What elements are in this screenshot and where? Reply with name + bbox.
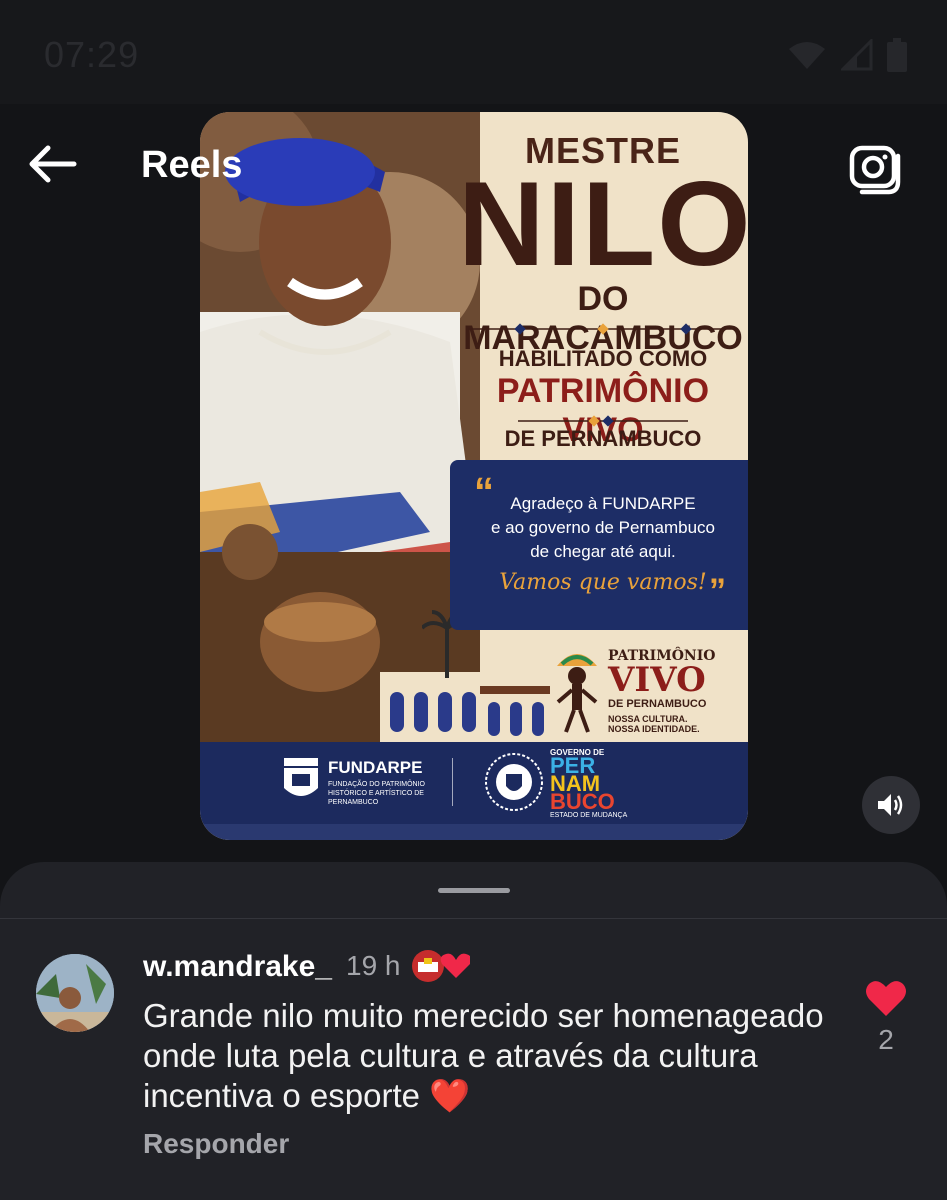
pernambuco-seal-icon (485, 753, 543, 811)
signal-icon (841, 39, 873, 71)
patrimonio-vivo-logo: PATRIMÔNIO VIVO DE PERNAMBUCO NOSSA CULT… (552, 642, 748, 738)
figure-icon (556, 654, 598, 733)
estado-label: ESTADO DE MUDANÇA (550, 812, 628, 819)
status-icons (787, 38, 907, 72)
poster-de-pernambuco: DE PERNAMBUCO (504, 426, 702, 451)
quote-line-1: Agradeço à FUNDARPE (510, 494, 696, 513)
fundarpe-subtitle: FUNDAÇÃO DO PATRIMÔNIO HISTÓRICO E ARTÍS… (328, 781, 425, 806)
sheet-divider (0, 918, 947, 919)
status-time: 07:29 (44, 34, 140, 75)
pv-line-slogan-1: NOSSA CULTURA. (608, 714, 688, 724)
sheet-drag-handle[interactable] (438, 888, 510, 893)
comments-sheet: w.mandrake_ 19 h Grande nilo muito merec… (0, 862, 947, 1200)
arrow-left-icon[interactable] (24, 140, 80, 188)
pe-logo-buco: BUCO (550, 789, 615, 814)
poster-footer-strip (200, 824, 748, 840)
battery-icon (887, 38, 907, 72)
footer-divider (452, 758, 453, 806)
poster-habilitado: HABILITADO COMO (498, 346, 708, 371)
house-illustration (480, 686, 550, 742)
reply-button[interactable]: Responder (143, 1128, 289, 1160)
pv-line-de-pernambuco: DE PERNAMBUCO (608, 698, 707, 710)
pv-line-slogan-2: NOSSA IDENTIDADE. (608, 724, 700, 734)
like-count: 2 (878, 1024, 894, 1055)
poster-divider (468, 323, 738, 335)
page-title: Reels (141, 144, 243, 186)
reels-header: Reels (0, 104, 947, 224)
comment-timestamp: 19 h (346, 950, 401, 981)
camera-icon[interactable] (848, 138, 906, 196)
volume-icon (878, 794, 903, 816)
avatar[interactable] (36, 954, 114, 1032)
quote-close-mark: ” (709, 572, 726, 610)
flag-heart-badge-icon (412, 950, 470, 982)
heart-icon[interactable] (864, 978, 908, 1018)
avatar-image (36, 954, 114, 1032)
pv-line-vivo: VIVO (608, 660, 706, 700)
quote-line-3: de chegar até aqui. (530, 542, 676, 561)
fundarpe-logo-icon (284, 758, 318, 796)
comment-username[interactable]: w.mandrake_ (143, 950, 332, 984)
wifi-icon (789, 42, 825, 69)
pv-line-slogan: NOSSA CULTURA. NOSSA IDENTIDADE. (608, 714, 700, 734)
volume-button[interactable] (862, 776, 920, 834)
quote-slogan: Vamos que vamos! (499, 570, 707, 595)
quote-text: Agradeço à FUNDARPE e ao governo de Pern… (458, 492, 748, 564)
comment-text: Grande nilo muito merecido ser homenagea… (143, 997, 824, 1114)
quote-line-2: e ao governo de Pernambuco (491, 518, 715, 537)
quote-box: “ Agradeço à FUNDARPE e ao governo de Pe… (450, 460, 748, 630)
fundarpe-name: FUNDARPE (328, 758, 423, 777)
poster-footer: FUNDARPE FUNDAÇÃO DO PATRIMÔNIO HISTÓRIC… (200, 742, 748, 824)
status-bar: 07:29 (0, 0, 947, 104)
